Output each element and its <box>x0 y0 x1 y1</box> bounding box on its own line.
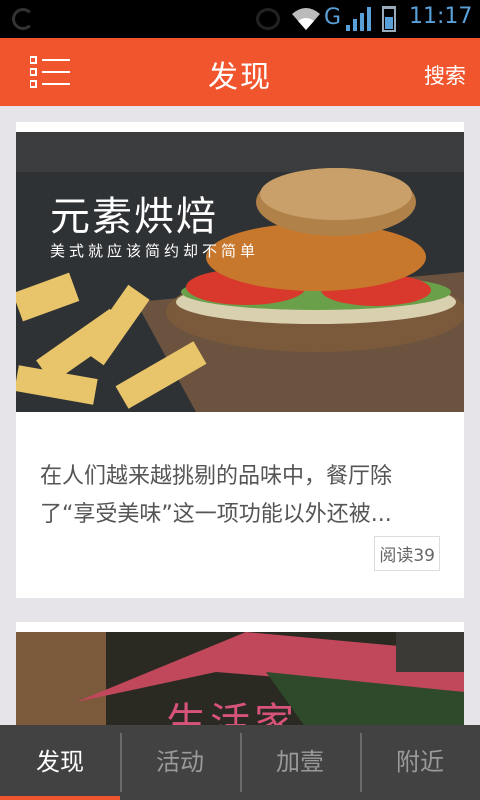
article-image[interactable]: 元素烘焙 美式就应该简约却不简单 <box>16 132 464 412</box>
status-bar: G 11:17 <box>0 0 480 38</box>
page-title: 发现 <box>208 60 272 95</box>
image-subtitle: 美式就应该简约却不简单 <box>50 242 260 260</box>
sync-icon <box>12 8 34 30</box>
search-button[interactable]: 搜索 <box>424 60 466 90</box>
article-image[interactable]: 生活家 <box>16 632 464 732</box>
tab-discover[interactable]: 发现 <box>0 725 120 800</box>
tab-plus-one[interactable]: 加壹 <box>240 725 360 800</box>
signal-icon <box>346 7 371 31</box>
feed-card[interactable]: 元素烘焙 美式就应该简约却不简单 在人们越来越挑剔的品味中，餐厅除了“享受美味”… <box>16 122 464 598</box>
article-excerpt[interactable]: 在人们越来越挑剔的品味中，餐厅除了“享受美味”这一项功能以外还被... <box>40 458 444 534</box>
bottom-tab-bar: 发现 活动 加壹 附近 <box>0 725 480 800</box>
read-count-badge: 阅读39 <box>374 536 440 571</box>
wifi-icon <box>292 8 320 30</box>
battery-icon <box>382 6 396 32</box>
tab-activities[interactable]: 活动 <box>120 725 240 800</box>
status-time: 11:17 <box>409 4 473 29</box>
tab-nearby[interactable]: 附近 <box>360 725 480 800</box>
burger-photo <box>16 132 464 412</box>
network-type: G <box>324 5 342 30</box>
app-header: 发现 搜索 <box>0 38 480 106</box>
alarm-icon <box>256 8 280 30</box>
feed-card[interactable]: 生活家 <box>16 622 464 732</box>
image-title: 元素烘焙 <box>50 194 218 240</box>
